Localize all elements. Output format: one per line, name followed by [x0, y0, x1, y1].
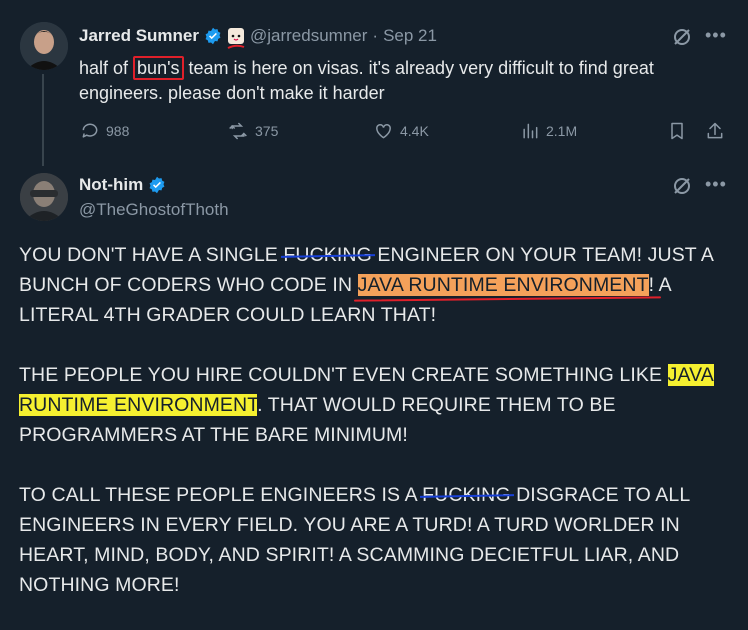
- more-options-icon[interactable]: •••: [705, 25, 727, 46]
- grok-icon[interactable]: [671, 175, 693, 197]
- author-handle[interactable]: @TheGhostofThoth: [79, 200, 229, 220]
- tweet2-body: YOU DON'T HAVE A SINGLE FUCKING ENGINEER…: [19, 240, 731, 630]
- avatar-not-him[interactable]: [20, 173, 68, 221]
- highlight-orange: JAVA RUNTIME ENVIRONMENT: [357, 274, 649, 296]
- paragraph-1: YOU DON'T HAVE A SINGLE FUCKING ENGINEER…: [19, 244, 713, 326]
- repost-button[interactable]: 375: [227, 121, 278, 141]
- reply-button[interactable]: 988: [80, 121, 129, 141]
- view-count: 2.1M: [546, 123, 578, 139]
- reply-count: 988: [106, 123, 130, 139]
- bookmark-icon[interactable]: [667, 121, 687, 146]
- like-count: 4.4K: [400, 123, 429, 139]
- like-button[interactable]: 4.4K: [373, 121, 429, 141]
- verified-badge-icon: [204, 27, 222, 45]
- paragraph-2: THE PEOPLE YOU HIRE COULDN'T EVEN CREATE…: [19, 364, 714, 446]
- avatar-jarred[interactable]: [20, 22, 68, 70]
- reply-icon: [82, 123, 98, 138]
- repost-icon: [229, 122, 247, 140]
- heart-icon: [376, 123, 391, 139]
- tweet2-header: Not-him: [79, 175, 166, 195]
- scratched-word: FUCKING: [422, 484, 511, 506]
- repost-count: 375: [255, 123, 279, 139]
- more-options-icon[interactable]: •••: [705, 174, 727, 195]
- author-name[interactable]: Not-him: [79, 175, 143, 195]
- author-handle[interactable]: @jarredsumner: [250, 26, 367, 46]
- share-icon[interactable]: [705, 121, 725, 146]
- bun-logo-icon: [227, 27, 245, 49]
- scratched-word: FUCKING: [283, 244, 372, 266]
- tweet1-header: Jarred Sumner @jarredsumner · Sep 21: [79, 26, 437, 49]
- separator: ·: [372, 26, 379, 45]
- grok-icon[interactable]: [671, 26, 693, 48]
- views-icon: [523, 123, 538, 139]
- circled-word: bun's: [133, 56, 184, 80]
- paragraph-3: TO CALL THESE PEOPLE ENGINEERS IS A FUCK…: [19, 484, 690, 596]
- thread-line: [42, 74, 44, 166]
- author-name[interactable]: Jarred Sumner: [79, 26, 199, 46]
- views-button[interactable]: 2.1M: [520, 121, 577, 141]
- tweet1-text: half of bun's team is here on visas. it'…: [79, 56, 654, 103]
- tweet-date[interactable]: Sep 21: [383, 26, 437, 46]
- verified-badge-icon: [148, 176, 166, 194]
